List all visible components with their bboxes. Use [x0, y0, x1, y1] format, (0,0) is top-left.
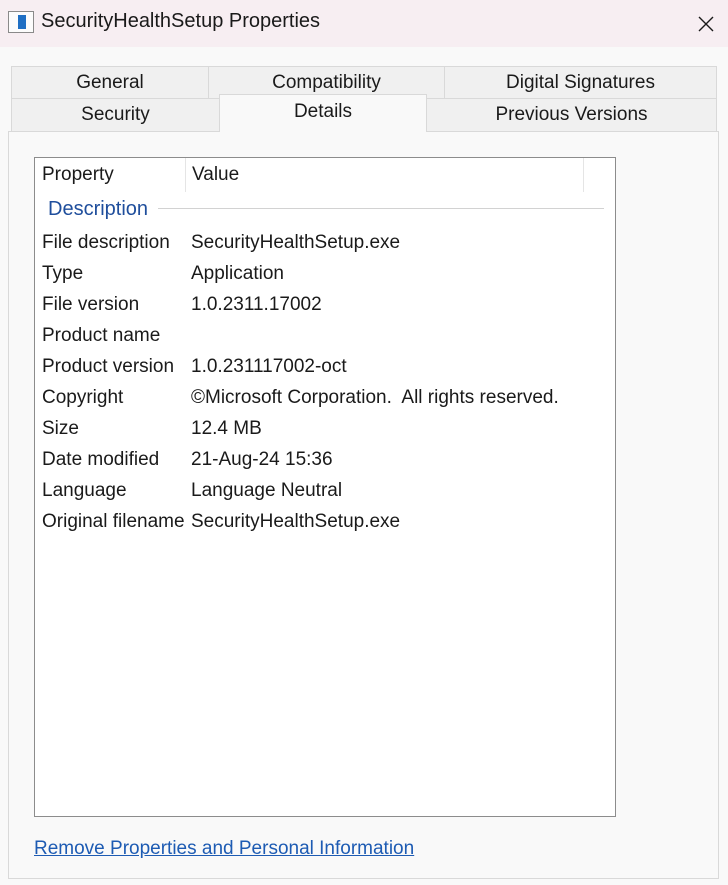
tab-digital-signatures[interactable]: Digital Signatures	[444, 66, 717, 99]
value-cell: 12.4 MB	[191, 418, 262, 439]
tab-label: Security	[81, 104, 150, 125]
property-cell: Date modified	[42, 449, 160, 470]
tab-label: Compatibility	[272, 71, 381, 93]
tab-label: Digital Signatures	[506, 71, 655, 93]
table-row[interactable]: Product version 1.0.231117002-oct	[35, 351, 615, 382]
property-cell: File description	[42, 232, 170, 253]
column-divider[interactable]	[583, 158, 584, 192]
tab-label: Previous Versions	[495, 104, 648, 125]
tab-general[interactable]: General	[11, 66, 209, 99]
table-row[interactable]: File description SecurityHealthSetup.exe	[35, 227, 615, 258]
value-cell: 1.0.2311.17002	[191, 294, 322, 315]
window-title: SecurityHealthSetup Properties	[41, 10, 321, 32]
group-header-description: Description	[48, 198, 149, 220]
table-row[interactable]: Date modified 21-Aug-24 15:36	[35, 444, 615, 475]
property-cell: Product name	[42, 325, 161, 346]
title-bar: SecurityHealthSetup Properties	[0, 0, 728, 47]
properties-window-icon	[8, 11, 34, 33]
table-row[interactable]: Size 12.4 MB	[35, 413, 615, 444]
table-row[interactable]: Original filename SecurityHealthSetup.ex…	[35, 506, 615, 537]
close-button[interactable]	[684, 0, 728, 47]
column-header-property[interactable]: Property	[35, 158, 185, 192]
value-cell: Application	[191, 263, 284, 284]
table-row[interactable]: Language Language Neutral	[35, 475, 615, 506]
property-cell: Size	[42, 418, 79, 439]
table-row[interactable]: Product name	[35, 320, 615, 351]
tab-details[interactable]: Details	[219, 94, 427, 132]
table-row[interactable]: Type Application	[35, 258, 615, 289]
remove-properties-link[interactable]: Remove Properties and Personal Informati…	[34, 838, 414, 860]
tab-previous-versions[interactable]: Previous Versions	[426, 98, 717, 132]
property-cell: Original filename	[42, 511, 185, 532]
group-divider	[158, 208, 604, 209]
value-cell: ©Microsoft Corporation. All rights reser…	[191, 387, 559, 408]
value-cell: SecurityHealthSetup.exe	[191, 232, 401, 253]
table-row[interactable]: Copyright ©Microsoft Corporation. All ri…	[35, 382, 615, 413]
property-cell: Language	[42, 480, 127, 501]
property-cell: Type	[42, 263, 84, 284]
property-cell: Product version	[42, 356, 175, 377]
close-icon	[698, 16, 714, 31]
details-list[interactable]: Property Value Description File descript…	[34, 157, 616, 817]
value-cell: Language Neutral	[191, 480, 343, 501]
property-cell: Copyright	[42, 387, 124, 408]
column-header-value[interactable]: Value	[185, 158, 583, 192]
table-row[interactable]: File version 1.0.2311.17002	[35, 289, 615, 320]
tab-label: Details	[293, 101, 353, 122]
tab-label: General	[76, 71, 144, 93]
property-cell: File version	[42, 294, 140, 315]
tab-security[interactable]: Security	[11, 98, 220, 132]
value-cell: SecurityHealthSetup.exe	[191, 511, 401, 532]
value-cell: 21-Aug-24 15:36	[191, 449, 333, 470]
value-cell: 1.0.231117002-oct	[191, 356, 347, 377]
